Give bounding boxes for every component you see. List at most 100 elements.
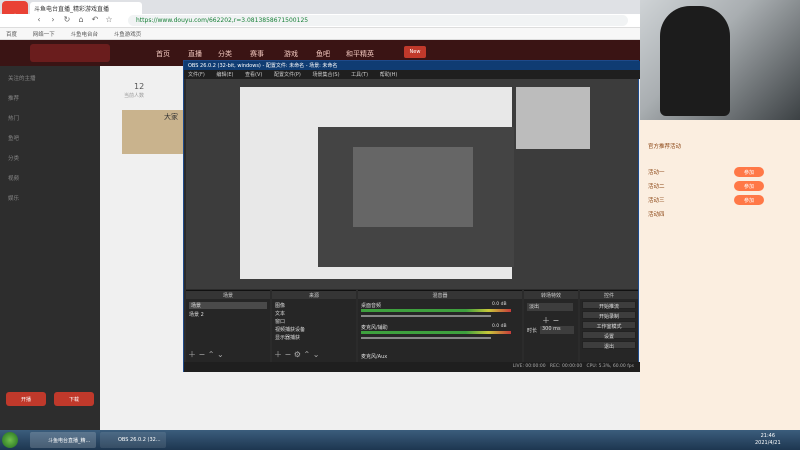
settings-button[interactable]: 设置 [582,331,636,340]
site-nav-item[interactable]: 鱼吧 [316,49,330,59]
bookmark-item[interactable]: 网络一下 [33,30,55,38]
cpu-status: CPU: 5.3%, 60.00 fps [586,364,635,369]
site-nav-item[interactable]: 直播 [188,49,202,59]
studio-mode-button[interactable]: 工作室模式 [582,321,636,330]
taskbar-item[interactable]: OBS 26.0.2 (32... [100,432,166,448]
room-count: 12 [134,82,145,91]
sidebar-item[interactable]: 推荐 [8,94,19,102]
clock-date: 2021/4/21 [755,440,781,446]
bookmark-item[interactable]: 斗鱼电台台 [71,30,99,38]
live-timer: LIVE: 00:00:00 [512,364,546,369]
volume-slider[interactable] [361,315,491,317]
obs-title-bar: OBS 26.0.2 (32-bit, windows) - 配置文件: 未命名… [184,61,640,70]
undo-icon[interactable]: ↶ [90,15,100,26]
rec-timer: REC: 00:00:00 [549,364,583,369]
refresh-icon[interactable]: ↻ [62,15,72,26]
site-nav-item[interactable]: 分类 [218,49,232,59]
obs-window: OBS 26.0.2 (32-bit, windows) - 配置文件: 未命名… [183,60,640,372]
sources-dock: 来源 图像 文本 窗口 视频捕获设备 显示器捕获 ＋ − ⚙ ⌃ ⌄ [272,290,356,362]
browser-tabbar: 斗鱼电台直播_精彩游戏直播 [0,0,640,14]
source-item[interactable]: 图像 [275,302,285,309]
streamer-image [660,6,730,116]
back-icon[interactable]: ‹ [34,15,44,26]
dock-title: 转场特效 [524,291,578,299]
bookmarks-bar: 百度 网络一下 斗鱼电台台 斗鱼游戏页 [0,28,640,40]
mixer-dock: 混音器 桌面音频 0.0 dB 麦克风/辅助 0.0 dB 麦克风/Aux [358,290,522,362]
mixer-db: 0.0 dB [492,324,507,329]
source-item[interactable]: 显示器捕获 [275,334,300,341]
site-nav-item[interactable]: 赛事 [250,49,264,59]
join-button[interactable]: 参加 [734,195,764,205]
source-item[interactable]: 视频捕获设备 [275,326,305,333]
sidebar-item[interactable]: 娱乐 [8,194,19,202]
scene-item[interactable]: 场景 2 [189,311,204,318]
new-badge: New [404,46,426,58]
bookmark-item[interactable]: 斗鱼游戏页 [114,30,142,38]
obs-menu-item[interactable]: 工具(T) [351,71,368,78]
source-toolbar[interactable]: ＋ − ⚙ ⌃ ⌄ [274,349,319,360]
dock-title: 场景 [186,291,270,299]
right-panel-title: 官方推荐活动 [648,144,682,150]
join-button[interactable]: 参加 [734,167,764,177]
bookmark-item[interactable]: 百度 [6,30,17,38]
url-bar[interactable]: https://www.douyu.com/662202,r=3.0813858… [128,15,628,26]
transitions-dock: 转场特效 淡出 ＋ − 时长 300 ms [524,290,578,362]
source-item[interactable]: 窗口 [275,318,285,325]
right-panel-row: 活动一 [648,170,665,176]
forward-icon[interactable]: › [48,15,58,26]
obs-menu-item[interactable]: 配置文件(P) [274,71,301,78]
nested-capture [318,127,514,267]
dock-title: 来源 [272,291,356,299]
sidebar-item[interactable]: 热门 [8,114,19,122]
obs-title: OBS 26.0.2 (32-bit, windows) - 配置文件: 未命名… [188,63,338,69]
site-nav-item[interactable]: 和平精英 [346,49,374,59]
scene-item[interactable]: 场景 [189,302,267,309]
taskbar-clock[interactable]: 21:46 2021/4/21 [755,433,781,447]
obs-menu-item[interactable]: 查看(V) [245,71,262,78]
obs-menu-item[interactable]: 帮助(H) [380,71,398,78]
taskbar-item[interactable]: 斗鱼电台直播_精... [30,432,96,448]
duration-label: 时长 [527,328,538,334]
browser-tab[interactable]: 斗鱼电台直播_精彩游戏直播 [30,2,142,14]
clock-time: 21:46 [760,433,776,439]
room-count-label: 当前人数 [124,93,145,99]
join-button[interactable]: 参加 [734,181,764,191]
sidebar-item[interactable]: 分类 [8,154,19,162]
home-icon[interactable]: ⌂ [76,15,86,26]
sidebar-item[interactable]: 鱼吧 [8,134,19,142]
start-recording-button[interactable]: 开始录制 [582,311,636,320]
mixer-channel-label: 桌面音频 [361,303,382,309]
obs-menu-item[interactable]: 文件(F) [188,71,205,78]
mixer-db: 0.0 dB [492,302,507,307]
right-panel-row: 活动四 [648,212,665,218]
preview-webcam [516,87,590,149]
start-streaming-button[interactable]: 开始推流 [582,301,636,310]
transition-add-remove[interactable]: ＋ − [542,315,559,326]
live-button[interactable]: 开播 [6,392,46,406]
dock-title: 混音器 [358,291,522,299]
transition-select[interactable]: 淡出 [527,303,573,311]
right-panel [640,120,800,430]
sidebar-item[interactable]: 关注的主播 [8,74,36,82]
volume-slider[interactable] [361,337,491,339]
obs-menu-item[interactable]: 编辑(E) [216,71,233,78]
obs-menu-item[interactable]: 场景集合(S) [312,71,339,78]
sidebar-item[interactable]: 视频 [8,174,19,182]
site-nav-item[interactable]: 首页 [156,49,170,59]
duration-input[interactable]: 300 ms [540,326,574,334]
right-panel-row: 活动二 [648,184,665,190]
right-panel-row: 活动三 [648,198,665,204]
site-nav-item[interactable]: 游戏 [284,49,298,59]
obs-status-bar: LIVE: 00:00:00 REC: 00:00:00 CPU: 5.3%, … [184,362,640,372]
start-button-icon[interactable] [2,432,18,448]
source-item[interactable]: 文本 [275,310,285,317]
volume-meter [361,309,511,312]
scene-toolbar[interactable]: ＋ − ⌃ ⌄ [188,349,224,360]
star-icon[interactable]: ☆ [104,15,114,26]
exit-button[interactable]: 退出 [582,341,636,350]
obs-menubar: 文件(F) 编辑(E) 查看(V) 配置文件(P) 场景集合(S) 工具(T) … [184,70,640,79]
obs-preview[interactable] [186,79,638,289]
dock-title: 控件 [580,291,638,299]
download-button[interactable]: 下载 [54,392,94,406]
browser-navbar: ‹ › ↻ ⌂ ↶ ☆ https://www.douyu.com/662202… [0,14,640,28]
